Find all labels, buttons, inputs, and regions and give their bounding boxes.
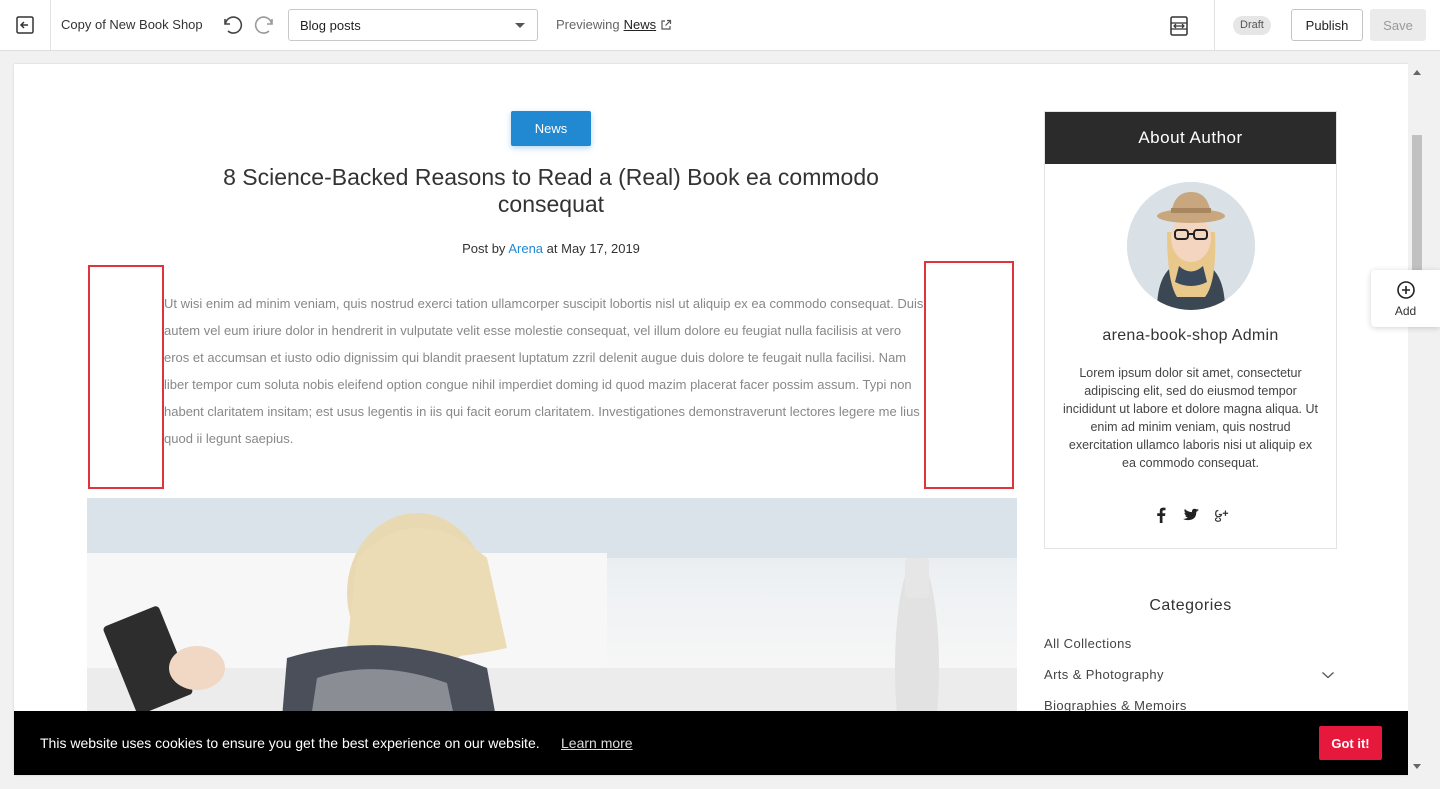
previewing-indicator: Previewing News [556,17,672,32]
post-meta: Post by Arena at May 17, 2019 [184,241,918,256]
post-category-tag[interactable]: News [511,111,591,146]
previewing-link[interactable]: News [624,17,657,32]
publish-button[interactable]: Publish [1291,9,1363,41]
highlight-box-right [924,261,1014,489]
twitter-icon[interactable] [1182,507,1199,523]
author-bio: Lorem ipsum dolor sit amet, consectetur … [1062,366,1319,470]
google-plus-icon[interactable] [1213,507,1229,523]
cookie-consent-bar: This website uses cookies to ensure you … [14,711,1408,775]
scroll-down-icon[interactable] [1413,764,1421,769]
previewing-label: Previewing [556,17,620,32]
category-item-arts-photography[interactable]: Arts & Photography [1044,667,1337,698]
viewport-toggle-button[interactable] [1166,13,1192,39]
add-section-label: Add [1394,303,1417,318]
facebook-icon[interactable] [1153,507,1169,523]
editor-topbar: Copy of New Book Shop Blog posts Preview… [0,0,1440,51]
about-author-heading: About Author [1045,112,1336,164]
post-title: 8 Science-Backed Reasons to Read a (Real… [223,164,879,217]
post-meta-prefix: Post by [462,241,506,256]
category-label: All Collections [1044,636,1132,651]
cookie-learn-more-link[interactable]: Learn more [561,735,633,751]
scroll-up-icon[interactable] [1413,70,1421,75]
about-author-widget: About Author arena-book-shop Admin Lorem… [1044,111,1337,549]
post-body: Ut wisi enim ad minim veniam, quis nostr… [164,296,924,446]
plus-circle-icon [1396,280,1415,299]
redo-button[interactable] [253,13,277,37]
external-link-icon[interactable] [660,19,672,31]
author-name: arena-book-shop Admin [1102,327,1279,344]
theme-name: Copy of New Book Shop [61,17,203,32]
category-label: Arts & Photography [1044,667,1164,682]
page-type-select-value: Blog posts [300,17,361,33]
cookie-accept-button[interactable]: Got it! [1319,726,1382,760]
category-item-all-collections[interactable]: All Collections [1044,636,1337,667]
scrollbar-thumb[interactable] [1412,135,1422,275]
save-button[interactable]: Save [1370,9,1426,41]
avatar [1127,182,1255,310]
undo-icon [224,16,243,34]
preview-scrollbar[interactable] [1408,64,1426,775]
post-date: at May 17, 2019 [546,241,640,256]
page-type-select[interactable]: Blog posts [288,9,538,41]
add-section-button[interactable]: Add [1371,270,1440,327]
exit-editor-button[interactable] [0,0,51,50]
cookie-message: This website uses cookies to ensure you … [40,735,540,751]
undo-button[interactable] [220,13,244,37]
status-badge: Draft [1233,16,1271,35]
redo-icon [254,16,273,34]
categories-heading: Categories [1149,597,1232,614]
preview-frame: News 8 Science-Backed Reasons to Read a … [14,64,1408,775]
author-social-links [1045,507,1336,523]
highlight-box-left [88,265,164,489]
toolbar-divider [1214,0,1215,50]
exit-icon [16,16,34,34]
chevron-down-icon[interactable] [1321,670,1335,680]
post-author-link[interactable]: Arena [508,241,543,256]
chevron-down-icon [515,23,525,28]
viewport-resize-icon [1170,16,1188,36]
